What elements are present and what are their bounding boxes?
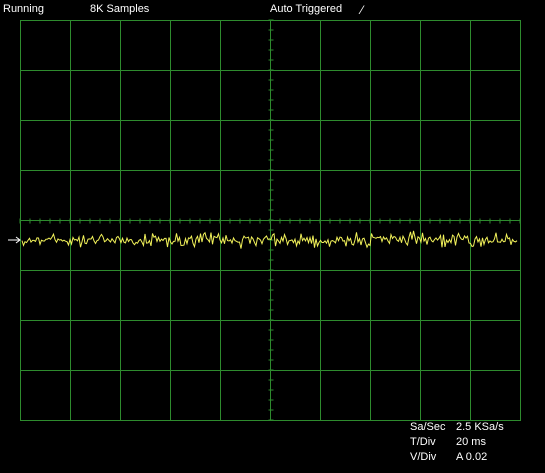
time-div-readout: T/Div 20 ms [410, 436, 486, 448]
oscilloscope-screen [8, 19, 521, 421]
sample-rate-readout: Sa/Sec 2.5 KSa/s [410, 421, 504, 433]
volt-div-readout: V/Div A 0.02 [410, 451, 487, 463]
graticule [19, 19, 521, 421]
sample-rate-label: Sa/Sec [410, 421, 446, 433]
volt-div-value: A 0.02 [456, 451, 488, 463]
rising-edge-icon: ⁄ [361, 3, 364, 17]
trigger-mode-label: Auto Triggered [270, 3, 343, 15]
sample-rate-value: 2.5 KSa/s [456, 421, 504, 433]
sample-count-label: 8K Samples [90, 3, 150, 15]
time-div-label: T/Div [410, 436, 436, 448]
time-div-value: 20 ms [456, 436, 486, 448]
volt-div-label: V/Div [410, 451, 437, 463]
channel-ground-arrow-icon [8, 236, 21, 244]
run-state-label: Running [3, 3, 44, 15]
